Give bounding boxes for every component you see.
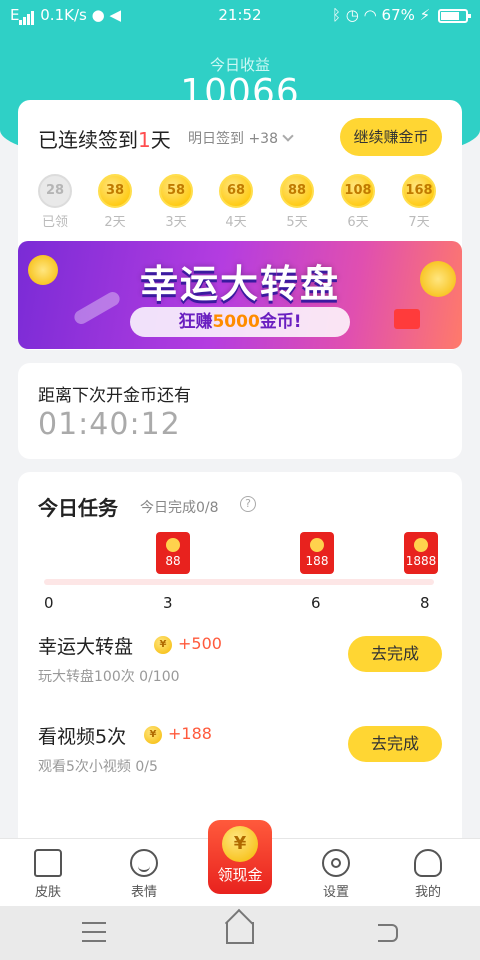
- coin-icon: ¥: [154, 636, 172, 654]
- wifi-icon: ◠: [363, 6, 377, 24]
- complete-task-button[interactable]: 去完成: [348, 636, 442, 672]
- settings-icon: [322, 849, 350, 877]
- coin-icon: 58: [159, 174, 193, 208]
- get-cash-button[interactable]: ¥ 领现金: [208, 820, 272, 894]
- signin-day-2: 38 2天: [90, 174, 140, 230]
- lucky-wheel-banner[interactable]: 幸运大转盘 狂赚5000金币!: [18, 241, 462, 349]
- red-envelope-decoration: [394, 309, 420, 329]
- milestone-label: 0: [44, 594, 54, 612]
- task-row-watch-video: 看视频5次 ¥ +188 观看5次小视频 0/5 去完成: [18, 722, 462, 792]
- signin-title: 已连续签到1天: [38, 128, 171, 152]
- task-row-lucky-wheel: 幸运大转盘 ¥ +500 玩大转盘100次 0/100 去完成: [18, 632, 462, 702]
- tab-emoji[interactable]: 表情: [114, 849, 174, 900]
- task-description: 玩大转盘100次 0/100: [38, 669, 180, 685]
- coin-icon: 168: [402, 174, 436, 208]
- task-name: 幸运大转盘: [38, 636, 134, 658]
- back-icon[interactable]: [378, 924, 398, 942]
- countdown-card: 距离下次开金币还有 01:40:12: [18, 363, 462, 459]
- system-nav-bar: [0, 906, 480, 960]
- daily-tasks-card: 今日任务 今日完成0/8 ? 88 188 1888 0 3 6 8 幸运大转盘…: [18, 472, 462, 852]
- tab-me[interactable]: 我的: [398, 849, 458, 900]
- battery-icon: [438, 8, 471, 23]
- tasks-title: 今日任务: [38, 496, 118, 520]
- status-bar: E 0.1K/s ● ◀ 21:52 ᛒ ◷ ◠ 67% ⚡: [0, 0, 480, 32]
- coin-icon: ¥: [144, 726, 162, 744]
- tab-settings[interactable]: 设置: [306, 849, 366, 900]
- countdown-label: 距离下次开金币还有: [38, 386, 191, 406]
- signin-day-1: 28 已领: [30, 174, 80, 230]
- home-icon[interactable]: [226, 922, 254, 944]
- help-icon[interactable]: ?: [240, 496, 256, 512]
- chevron-down-icon: [282, 130, 294, 142]
- profile-icon: [414, 849, 442, 877]
- shirt-icon: [34, 849, 62, 877]
- task-reward: +500: [178, 634, 222, 653]
- alarm-icon: ◷: [345, 6, 359, 24]
- progress-track: [44, 579, 434, 585]
- milestone-label: 3: [163, 594, 173, 612]
- signin-day-7: 168 7天: [394, 174, 444, 230]
- milestone-label: 8: [420, 594, 430, 612]
- signin-days: 1: [138, 128, 151, 152]
- banner-title: 幸运大转盘: [139, 262, 340, 306]
- signin-day-4: 68 4天: [211, 174, 261, 230]
- yuan-coin-icon: ¥: [222, 826, 258, 862]
- coin-icon: 88: [280, 174, 314, 208]
- earn-more-button[interactable]: 继续赚金币: [340, 118, 442, 156]
- signin-day-3: 58 3天: [151, 174, 201, 230]
- coin-icon: 68: [219, 174, 253, 208]
- coin-icon: 108: [341, 174, 375, 208]
- tab-skin[interactable]: 皮肤: [18, 849, 78, 900]
- milestone-label: 6: [311, 594, 321, 612]
- bluetooth-icon: ᛒ: [332, 6, 342, 24]
- coin-icon: 38: [98, 174, 132, 208]
- task-reward: +188: [168, 724, 212, 743]
- signin-coins: 28 已领 38 2天 58 3天 68 4天 88 5天 108 6天 168 7天: [18, 174, 462, 234]
- red-envelope-reward-1888[interactable]: 1888: [404, 532, 438, 574]
- menu-icon[interactable]: [82, 922, 106, 942]
- tasks-progress: 今日完成0/8: [140, 500, 219, 516]
- battery-level: 67%: [381, 6, 415, 24]
- task-description: 观看5次小视频 0/5: [38, 759, 158, 775]
- charging-icon: ⚡: [419, 6, 431, 24]
- task-name: 看视频5次: [38, 726, 127, 748]
- red-envelope-reward-88[interactable]: 88: [156, 532, 190, 574]
- coin-icon: 28: [38, 174, 72, 208]
- countdown-timer: 01:40:12: [38, 407, 181, 442]
- banner-subtitle: 狂赚5000金币!: [130, 307, 350, 337]
- tomorrow-signin-toggle[interactable]: 明日签到 +38: [188, 128, 294, 148]
- signin-day-6: 108 6天: [333, 174, 383, 230]
- smiley-icon: [130, 849, 158, 877]
- complete-task-button[interactable]: 去完成: [348, 726, 442, 762]
- red-envelope-reward-188[interactable]: 188: [300, 532, 334, 574]
- signin-day-5: 88 5天: [272, 174, 322, 230]
